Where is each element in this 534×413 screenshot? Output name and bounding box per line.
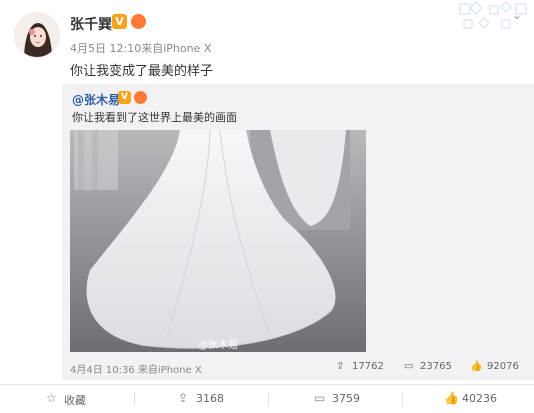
- emoji-badge-icon: [134, 91, 147, 104]
- username[interactable]: 张千巽: [70, 14, 112, 34]
- share-icon[interactable]: ⇪: [178, 391, 188, 405]
- comment-icon[interactable]: ▭: [314, 391, 325, 405]
- footer-repost-count[interactable]: 3168: [196, 392, 224, 405]
- wedding-dress-photo[interactable]: [70, 130, 366, 352]
- post-meta: 4月5日 12:10来自iPhone X: [70, 42, 212, 55]
- emoji-badge-icon: [131, 14, 146, 29]
- verified-icon: V: [112, 14, 127, 29]
- repost-text: 你让我看到了这世界上最美的画面: [72, 111, 237, 124]
- repost-like-count[interactable]: 92076: [487, 361, 519, 372]
- footer-comment-count[interactable]: 3759: [332, 392, 360, 405]
- corner-decoration: [454, 0, 534, 34]
- footer-like-count[interactable]: 40236: [462, 392, 497, 405]
- avatar[interactable]: [14, 12, 60, 58]
- like-icon[interactable]: 👍: [444, 391, 459, 405]
- photo-watermark: @张木易: [198, 340, 238, 351]
- repost-comment-count[interactable]: 23765: [420, 361, 452, 372]
- favorite-button[interactable]: 收藏: [64, 392, 86, 408]
- like-icon[interactable]: 👍: [470, 361, 482, 372]
- verified-icon: V: [118, 91, 131, 104]
- divider: [134, 392, 135, 406]
- repost-meta: 4月4日 10:36 来自iPhone X: [70, 365, 202, 376]
- repost-username[interactable]: @张木易: [72, 91, 120, 108]
- repost-share-count[interactable]: 17762: [352, 361, 384, 372]
- footer-divider: [0, 384, 534, 385]
- star-icon[interactable]: ☆: [46, 391, 57, 405]
- share-icon[interactable]: ⇪: [336, 361, 344, 372]
- divider: [402, 392, 403, 406]
- comment-icon[interactable]: ▭: [404, 361, 413, 372]
- post-text: 你让我变成了最美的样子: [70, 64, 214, 79]
- chevron-down-icon[interactable]: ⌄: [512, 8, 522, 22]
- divider: [268, 392, 269, 406]
